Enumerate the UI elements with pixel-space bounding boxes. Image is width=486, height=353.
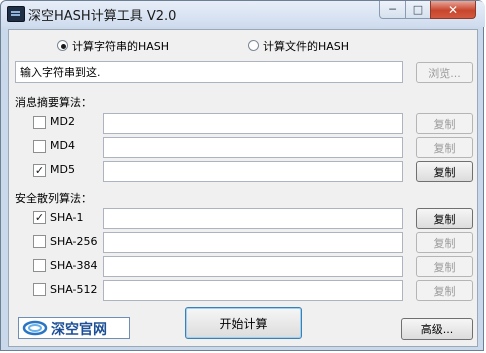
start-button[interactable]: 开始计算 [185,307,302,339]
sha384-copy-button[interactable]: 复制 [416,256,473,277]
window-title: 深空HASH计算工具 V2.0 [28,9,177,24]
radio-file-mode[interactable] [248,40,259,51]
sha-section-label: 安全散列算法： [15,192,92,205]
main-panel: 计算字符串的HASH 计算文件的HASH 输入字符串到这. 浏览... 消息摘要… [8,29,478,347]
sha512-label: SHA-512 [50,283,98,296]
sha1-label: SHA-1 [50,211,84,224]
maximize-button[interactable]: □ [405,1,431,19]
swirl-icon [22,320,48,336]
app-window: 深空HASH计算工具 V2.0 ─ □ ✕ 计算字符串的HASH 计算文件的HA… [0,0,485,351]
sha256-label: SHA-256 [50,235,98,248]
md4-checkbox[interactable] [33,140,46,153]
radio-string-mode[interactable] [57,40,68,51]
md5-checkbox[interactable]: ✓ [33,164,46,177]
browse-button[interactable]: 浏览... [416,62,473,83]
advanced-button[interactable]: 高级... [401,318,473,340]
md5-output[interactable] [103,161,403,182]
sha512-output[interactable] [103,280,403,301]
sha256-output[interactable] [103,232,403,253]
logo-text: 深空官网 [51,322,107,338]
minimize-button[interactable]: ─ [379,1,406,19]
file-mode-label[interactable]: 计算文件的HASH [263,38,349,54]
sha384-checkbox[interactable] [33,259,46,272]
sha512-copy-button[interactable]: 复制 [416,280,473,301]
website-logo-link[interactable]: 深空官网 [18,317,130,339]
sha1-checkbox[interactable]: ✓ [33,211,46,224]
md4-label: MD4 [50,139,75,152]
title-bar[interactable]: 深空HASH计算工具 V2.0 ─ □ ✕ [1,1,485,27]
string-input[interactable]: 输入字符串到这. [15,61,403,83]
sha1-copy-button[interactable]: 复制 [416,208,473,229]
close-button[interactable]: ✕ [430,1,476,19]
md4-copy-button[interactable]: 复制 [416,137,473,158]
sha512-checkbox[interactable] [33,283,46,296]
sha384-output[interactable] [103,256,403,277]
md2-label: MD2 [50,115,75,128]
md2-checkbox[interactable] [33,116,46,129]
sha256-checkbox[interactable] [33,235,46,248]
sha256-copy-button[interactable]: 复制 [416,232,473,253]
digest-section-label: 消息摘要算法： [15,96,92,109]
md2-copy-button[interactable]: 复制 [416,113,473,134]
md5-label: MD5 [50,163,75,176]
md4-output[interactable] [103,137,403,158]
md5-copy-button[interactable]: 复制 [416,161,473,182]
sha1-output[interactable] [103,208,403,229]
string-mode-label[interactable]: 计算字符串的HASH [72,38,169,54]
md2-output[interactable] [103,113,403,134]
sha384-label: SHA-384 [50,259,98,272]
app-icon [7,6,25,22]
